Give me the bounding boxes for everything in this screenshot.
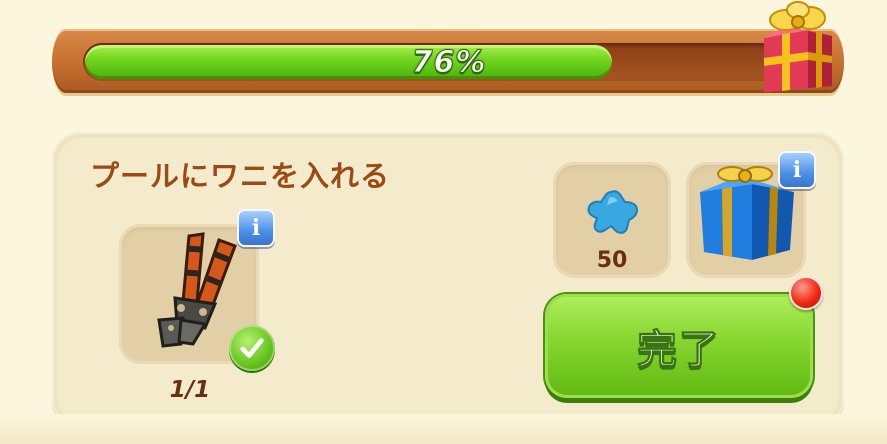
reward-gems-amount: 50 — [596, 248, 628, 273]
quest-screen: 76% プールにワニを入れる i 1/1 50 i 完了 — [0, 0, 887, 444]
red-gift-box-icon[interactable] — [756, 0, 836, 96]
item-complete-badge — [229, 325, 275, 371]
check-icon — [240, 338, 264, 358]
complete-button[interactable]: 完了 — [545, 294, 813, 398]
blue-star-gem-icon — [587, 190, 639, 234]
quest-title: プールにワニを入れる — [90, 159, 391, 193]
progress-percent-label: 76% — [411, 44, 487, 80]
item-count-label: 1/1 — [169, 377, 211, 403]
notification-dot-icon — [789, 276, 823, 310]
bottom-strip — [0, 414, 887, 444]
gift-info-button[interactable]: i — [778, 151, 816, 189]
item-info-button[interactable]: i — [237, 209, 275, 247]
